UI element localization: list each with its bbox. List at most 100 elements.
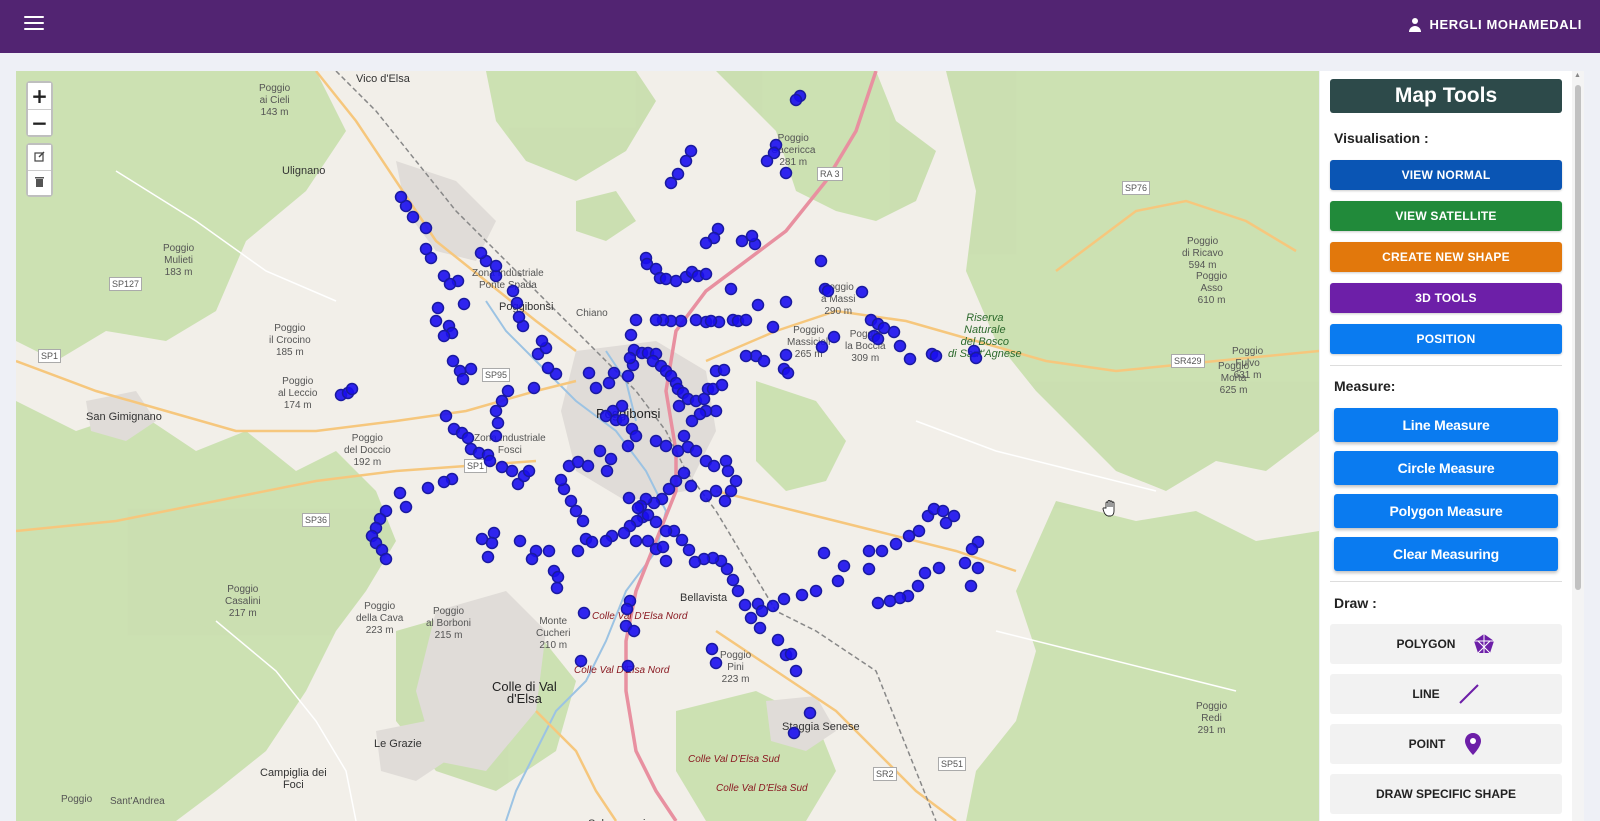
position-button[interactable]: POSITION bbox=[1330, 324, 1562, 354]
map-point-marker[interactable] bbox=[506, 284, 520, 298]
create-new-shape-button[interactable]: CREATE NEW SHAPE bbox=[1330, 242, 1562, 272]
map-point-marker[interactable] bbox=[554, 473, 568, 487]
map-point-marker[interactable] bbox=[510, 296, 524, 310]
map-point-marker[interactable] bbox=[485, 536, 499, 550]
map-point-marker[interactable] bbox=[745, 229, 759, 243]
map-point-marker[interactable] bbox=[753, 621, 767, 635]
map-point-marker[interactable] bbox=[707, 459, 721, 473]
map-point-marker[interactable] bbox=[777, 592, 791, 606]
clear-measuring-button[interactable]: Clear Measuring bbox=[1334, 537, 1558, 571]
map-point-marker[interactable] bbox=[726, 573, 740, 587]
map-point-marker[interactable] bbox=[817, 546, 831, 560]
map-point-marker[interactable] bbox=[439, 409, 453, 423]
map-point-marker[interactable] bbox=[718, 494, 732, 508]
map-point-marker[interactable] bbox=[699, 489, 713, 503]
map-point-marker[interactable] bbox=[621, 659, 635, 673]
map-point-marker[interactable] bbox=[527, 381, 541, 395]
map-point-marker[interactable] bbox=[483, 454, 497, 468]
map-point-marker[interactable] bbox=[616, 413, 630, 427]
map-point-marker[interactable] bbox=[738, 598, 752, 612]
map-point-marker[interactable] bbox=[760, 154, 774, 168]
map-point-marker[interactable] bbox=[815, 340, 829, 354]
map-point-marker[interactable] bbox=[809, 584, 823, 598]
map-point-marker[interactable] bbox=[582, 366, 596, 380]
map-point-marker[interactable] bbox=[795, 588, 809, 602]
map-point-marker[interactable] bbox=[699, 267, 713, 281]
map-point-marker[interactable] bbox=[971, 561, 985, 575]
map-point-marker[interactable] bbox=[689, 313, 703, 327]
map-point-marker[interactable] bbox=[969, 351, 983, 365]
map-point-marker[interactable] bbox=[659, 439, 673, 453]
map-point-marker[interactable] bbox=[902, 529, 916, 543]
map-point-marker[interactable] bbox=[474, 246, 488, 260]
map-point-marker[interactable] bbox=[787, 726, 801, 740]
map-point-marker[interactable] bbox=[889, 537, 903, 551]
map-point-marker[interactable] bbox=[709, 484, 723, 498]
map-point-marker[interactable] bbox=[918, 566, 932, 580]
map-point-marker[interactable] bbox=[704, 314, 718, 328]
map-point-marker[interactable] bbox=[602, 376, 616, 390]
map-point-marker[interactable] bbox=[855, 285, 869, 299]
view-normal-button[interactable]: VIEW NORMAL bbox=[1330, 160, 1562, 190]
map-point-marker[interactable] bbox=[505, 464, 519, 478]
map-point-marker[interactable] bbox=[571, 544, 585, 558]
data-points-layer[interactable] bbox=[16, 71, 1319, 821]
map-point-marker[interactable] bbox=[735, 234, 749, 248]
map-point-marker[interactable] bbox=[379, 552, 393, 566]
map-point-marker[interactable] bbox=[627, 624, 641, 638]
map-point-marker[interactable] bbox=[399, 500, 413, 514]
map-point-marker[interactable] bbox=[542, 544, 556, 558]
map-point-marker[interactable] bbox=[771, 633, 785, 647]
map-point-marker[interactable] bbox=[461, 431, 475, 445]
draw-polygon-button[interactable]: POLYGON bbox=[1330, 624, 1562, 664]
map-point-marker[interactable] bbox=[589, 381, 603, 395]
map-point-marker[interactable] bbox=[617, 526, 631, 540]
map-point-marker[interactable] bbox=[489, 259, 503, 273]
map-point-marker[interactable] bbox=[964, 579, 978, 593]
map-point-marker[interactable] bbox=[803, 706, 817, 720]
map-point-marker[interactable] bbox=[659, 554, 673, 568]
map-point-marker[interactable] bbox=[623, 351, 637, 365]
map-point-marker[interactable] bbox=[593, 444, 607, 458]
draw-specific-shape-button[interactable]: DRAW SPECIFIC SHAPE bbox=[1330, 774, 1562, 814]
map-point-marker[interactable] bbox=[581, 459, 595, 473]
map-point-marker[interactable] bbox=[421, 481, 435, 495]
map-point-marker[interactable] bbox=[779, 166, 793, 180]
map-point-marker[interactable] bbox=[569, 504, 583, 518]
map-point-marker[interactable] bbox=[664, 176, 678, 190]
map-point-marker[interactable] bbox=[724, 484, 738, 498]
map-point-marker[interactable] bbox=[522, 464, 536, 478]
line-measure-button[interactable]: Line Measure bbox=[1334, 408, 1558, 442]
map-point-marker[interactable] bbox=[629, 313, 643, 327]
map-point-marker[interactable] bbox=[871, 332, 885, 346]
map-point-marker[interactable] bbox=[629, 429, 643, 443]
scroll-up-icon[interactable]: ▲ bbox=[1574, 72, 1581, 79]
map-point-marker[interactable] bbox=[709, 656, 723, 670]
map-point-marker[interactable] bbox=[464, 362, 478, 376]
map-point-marker[interactable] bbox=[689, 444, 703, 458]
map-point-marker[interactable] bbox=[659, 272, 673, 286]
map-point-marker[interactable] bbox=[827, 330, 841, 344]
map-point-marker[interactable] bbox=[495, 394, 509, 408]
map-point-marker[interactable] bbox=[729, 474, 743, 488]
map-point-marker[interactable] bbox=[682, 543, 696, 557]
map-point-marker[interactable] bbox=[936, 504, 950, 518]
map-point-marker[interactable] bbox=[755, 604, 769, 618]
map-point-marker[interactable] bbox=[620, 602, 634, 616]
map-point-marker[interactable] bbox=[911, 579, 925, 593]
map-point-marker[interactable] bbox=[781, 366, 795, 380]
map-point-marker[interactable] bbox=[751, 298, 765, 312]
map-point-marker[interactable] bbox=[699, 236, 713, 250]
map-point-marker[interactable] bbox=[501, 384, 515, 398]
map-point-marker[interactable] bbox=[821, 284, 835, 298]
map-point-marker[interactable] bbox=[862, 544, 876, 558]
map-point-marker[interactable] bbox=[419, 242, 433, 256]
circle-measure-button[interactable]: Circle Measure bbox=[1334, 451, 1558, 485]
map-point-marker[interactable] bbox=[551, 570, 565, 584]
map-point-marker[interactable] bbox=[419, 221, 433, 235]
map-point-marker[interactable] bbox=[715, 378, 729, 392]
map-point-marker[interactable] bbox=[717, 363, 731, 377]
map-point-marker[interactable] bbox=[491, 416, 505, 430]
map-point-marker[interactable] bbox=[641, 508, 655, 522]
map-point-marker[interactable] bbox=[541, 361, 555, 375]
